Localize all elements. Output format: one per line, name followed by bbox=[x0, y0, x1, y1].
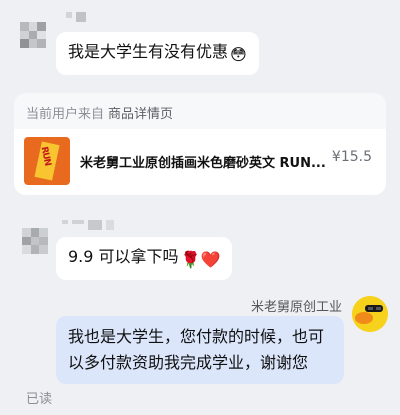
product-card[interactable]: 当前用户来自 商品详情页 RUN 米老舅工业原创插画米色磨砂英文 RUN... ¥… bbox=[14, 93, 386, 195]
customer-avatar[interactable] bbox=[20, 22, 46, 48]
card-header: 当前用户来自 商品详情页 bbox=[26, 103, 173, 122]
message-text: 我是大学生有没有优惠 bbox=[68, 42, 229, 61]
seller-avatar[interactable] bbox=[352, 296, 388, 332]
card-header-source: 商品详情页 bbox=[108, 107, 174, 122]
message-text: 9.9 可以拿下吗 bbox=[68, 247, 179, 266]
reply-bubble: 我也是大学生，您付款的时候，也可以多付款资助我完成学业，谢谢您 bbox=[56, 316, 344, 384]
duck-icon bbox=[352, 296, 388, 332]
customer-name-blurred bbox=[62, 220, 114, 230]
product-link[interactable]: RUN 米老舅工业原创插画米色磨砂英文 RUN... ¥15.5 bbox=[14, 129, 386, 195]
card-header-prefix: 当前用户来自 bbox=[26, 107, 105, 122]
product-price: ¥15.5 bbox=[331, 149, 372, 165]
message-bubble: 我是大学生有没有优惠 😳 bbox=[56, 32, 259, 75]
seller-name: 米老舅原创工业 bbox=[250, 300, 342, 315]
customer-name-blurred bbox=[66, 12, 86, 22]
flushed-face-icon: 😳 bbox=[230, 45, 247, 64]
read-status: 已读 bbox=[26, 392, 53, 407]
message-bubble: 9.9 可以拿下吗 🌹❤️ bbox=[56, 237, 233, 280]
product-title: 米老舅工业原创插画米色磨砂英文 RUN... bbox=[80, 156, 326, 171]
rose-heart-icon: 🌹❤️ bbox=[180, 250, 221, 269]
reply-text: 我也是大学生，您付款的时候，也可以多付款资助我完成学业，谢谢您 bbox=[68, 327, 325, 372]
product-thumbnail: RUN bbox=[24, 137, 70, 185]
customer-avatar[interactable] bbox=[22, 228, 48, 254]
